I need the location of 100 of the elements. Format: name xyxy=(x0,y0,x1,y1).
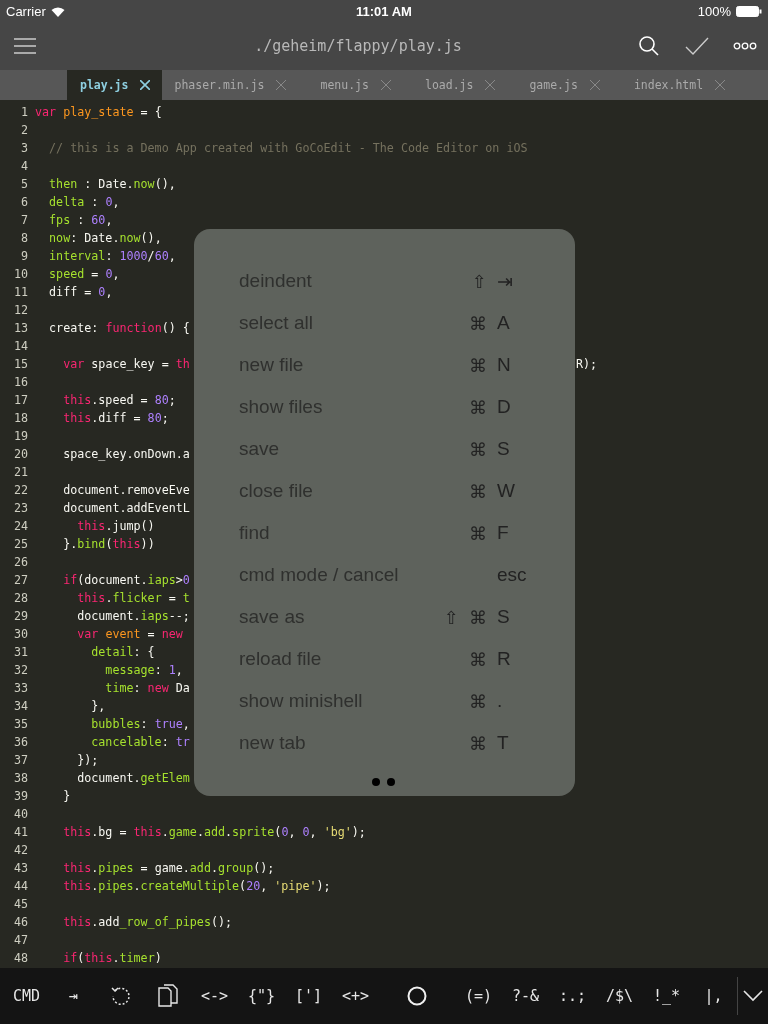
key-button[interactable]: !_* xyxy=(643,976,690,1016)
code-line: this.pipes.createMultiple(20, 'pipe'); xyxy=(62,879,331,893)
code-line: then : Date.now(), xyxy=(48,177,176,191)
code-fragment: R); xyxy=(576,357,598,371)
shortcut-key: T xyxy=(487,732,575,754)
code-line: var event = new xyxy=(76,627,183,641)
shortcut-key: esc xyxy=(487,564,575,586)
code-line: this.pipes = game.add.group(); xyxy=(62,861,275,875)
modifier-key: ⌘ xyxy=(469,354,487,376)
chevron-down-icon xyxy=(743,990,763,1002)
code-line: // this is a Demo App created with GoCoEdit - The Code Editor on iOS xyxy=(48,141,528,155)
file-path-title: ./geheim/flappy/play.js xyxy=(253,37,463,55)
line-number: 43 xyxy=(12,861,28,875)
shortcut-key: R xyxy=(487,648,575,670)
modifier-key: ⌘ xyxy=(469,480,487,502)
line-number: 34 xyxy=(12,699,28,713)
file-tab[interactable]: play.js xyxy=(67,70,163,100)
shortcut-key: S xyxy=(487,438,575,460)
line-number: 28 xyxy=(12,591,28,605)
file-tab[interactable]: phaser.min.js xyxy=(162,70,299,100)
code-line: fps : 60, xyxy=(48,213,113,227)
code-line: document.iaps--; xyxy=(76,609,190,623)
file-tab[interactable]: game.js xyxy=(517,70,612,100)
wifi-icon xyxy=(50,5,65,17)
line-number: 30 xyxy=(12,627,28,641)
copy-icon xyxy=(156,984,179,1008)
key-button[interactable]: |, xyxy=(690,976,737,1016)
line-number: 27 xyxy=(12,573,28,587)
line-number: 41 xyxy=(12,825,28,839)
line-number: 23 xyxy=(12,501,28,515)
code-line: this.bg = this.game.add.sprite(0, 0, 'bg'); xyxy=(62,825,366,839)
code-line: var space_key = th xyxy=(62,357,190,371)
page-indicator-icon xyxy=(370,777,398,787)
modifier-key: ⌘ xyxy=(469,438,487,460)
file-tab[interactable]: index.html xyxy=(621,70,738,100)
modifier-key: ⌘ xyxy=(469,522,487,544)
key-button[interactable]: /$\ xyxy=(596,976,643,1016)
code-line: diff = 0, xyxy=(48,285,113,299)
code-line: document.addEventL xyxy=(62,501,190,515)
clock: 11:01 AM xyxy=(356,3,412,19)
line-number: 24 xyxy=(12,519,28,533)
line-number: 46 xyxy=(12,915,28,929)
code-line: }.bind(this)) xyxy=(62,537,155,551)
modifier-key: ⌘ xyxy=(469,648,487,670)
code-line: this.flicker = t xyxy=(76,591,190,605)
key-button[interactable]: (=) xyxy=(455,976,502,1016)
line-number: 2 xyxy=(19,123,28,137)
key-button[interactable]: ⇥ xyxy=(50,976,97,1016)
key-button[interactable]: :.; xyxy=(549,976,596,1016)
code-line: create: function() { xyxy=(48,321,190,335)
code-line: delta : 0, xyxy=(48,195,120,209)
code-line: document.removeEve xyxy=(62,483,190,497)
code-line: }); xyxy=(76,753,99,767)
line-number: 29 xyxy=(12,609,28,623)
line-number: 9 xyxy=(19,249,28,263)
line-number: 3 xyxy=(19,141,28,155)
line-number: 39 xyxy=(12,789,28,803)
battery-icon xyxy=(736,5,762,17)
line-number: 20 xyxy=(12,447,28,461)
shortcut-key: ⇥ xyxy=(487,269,575,293)
shortcut-key: W xyxy=(487,480,575,502)
line-number: 19 xyxy=(12,429,28,443)
code-line: this.speed = 80; xyxy=(62,393,176,407)
key-button[interactable]: ['] xyxy=(285,976,332,1016)
file-tab[interactable]: menu.js xyxy=(308,70,403,100)
close-icon[interactable] xyxy=(140,80,151,90)
battery-percentage: 100% xyxy=(697,3,731,19)
code-line: } xyxy=(62,789,71,803)
line-number: 33 xyxy=(12,681,28,695)
code-line: document.getElem xyxy=(76,771,190,785)
line-number: 7 xyxy=(19,213,28,227)
line-number: 4 xyxy=(19,159,28,173)
line-number: 25 xyxy=(12,537,28,551)
modifier-key: ⌘ xyxy=(469,312,487,334)
line-number: 18 xyxy=(12,411,28,425)
line-number: 13 xyxy=(12,321,28,335)
modifier-key: ⌘ xyxy=(469,396,487,418)
code-line: this.add_row_of_pipes(); xyxy=(62,915,233,929)
line-number: 47 xyxy=(12,933,28,947)
code-line: var play_state = { xyxy=(35,105,162,119)
key-button[interactable]: <-> xyxy=(191,976,238,1016)
line-number: 10 xyxy=(12,267,28,281)
code-line: this.diff = 80; xyxy=(62,411,169,425)
modifier-key: ⌘ xyxy=(469,732,487,754)
shortcut-key: A xyxy=(487,312,575,334)
key-button[interactable]: CMD xyxy=(3,976,50,1016)
code-line: message: 1, xyxy=(104,663,183,677)
line-number: 14 xyxy=(12,339,28,353)
key-button[interactable]: {"} xyxy=(238,976,285,1016)
key-button[interactable]: ?-& xyxy=(502,976,549,1016)
code-line: detail: { xyxy=(90,645,155,659)
modifier-key: ⌘ xyxy=(469,690,487,712)
line-number: 15 xyxy=(12,357,28,371)
line-number: 5 xyxy=(19,177,28,191)
carrier-label: Carrier xyxy=(6,3,46,19)
line-number: 11 xyxy=(12,285,28,299)
line-number: 45 xyxy=(12,897,28,911)
file-tab[interactable]: load.js xyxy=(412,70,508,100)
key-button[interactable]: <+> xyxy=(332,976,379,1016)
code-line: if(document.iaps>0 xyxy=(62,573,190,587)
